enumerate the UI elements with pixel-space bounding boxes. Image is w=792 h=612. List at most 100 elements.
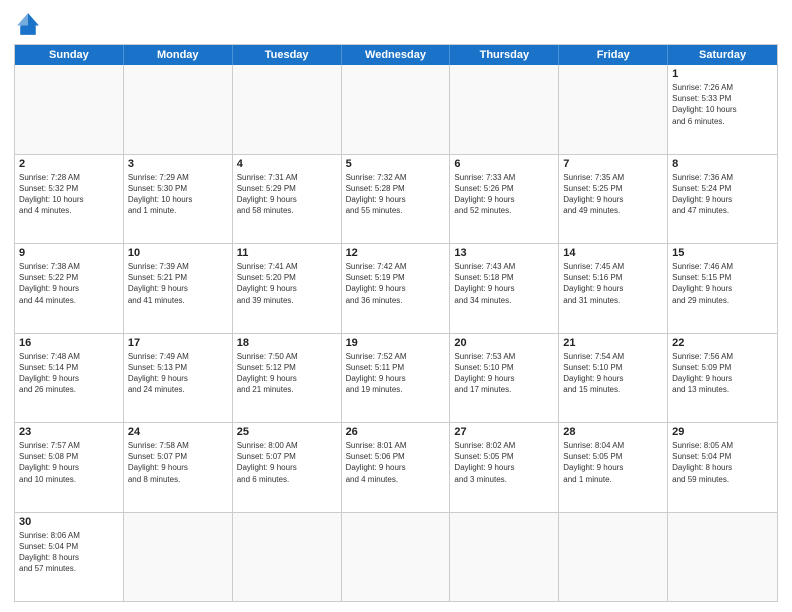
calendar: SundayMondayTuesdayWednesdayThursdayFrid… bbox=[14, 44, 778, 602]
day-number: 26 bbox=[346, 426, 446, 438]
day-info: Sunrise: 8:00 AM Sunset: 5:07 PM Dayligh… bbox=[237, 440, 337, 485]
day-number: 4 bbox=[237, 158, 337, 170]
day-info: Sunrise: 7:28 AM Sunset: 5:32 PM Dayligh… bbox=[19, 172, 119, 217]
day-info: Sunrise: 7:32 AM Sunset: 5:28 PM Dayligh… bbox=[346, 172, 446, 217]
calendar-day-28: 28Sunrise: 8:04 AM Sunset: 5:05 PM Dayli… bbox=[559, 423, 668, 512]
calendar-day-8: 8 Sunrise: 7:36 AM Sunset: 5:24 PM Daylig… bbox=[668, 155, 777, 244]
day-info: Sunrise: 8:02 AM Sunset: 5:05 PM Dayligh… bbox=[454, 440, 554, 485]
calendar-day-3: 3 Sunrise: 7:29 AM Sunset: 5:30 PM Daylig… bbox=[124, 155, 233, 244]
calendar-day-23: 23Sunrise: 7:57 AM Sunset: 5:08 PM Dayli… bbox=[15, 423, 124, 512]
day-info: Sunrise: 8:01 AM Sunset: 5:06 PM Dayligh… bbox=[346, 440, 446, 485]
calendar-day-20: 20 Sunrise: 7:53 AM Sunset: 5:10 PM Dayli… bbox=[450, 334, 559, 423]
calendar-day-5: 5 Sunrise: 7:32 AM Sunset: 5:28 PM Daylig… bbox=[342, 155, 451, 244]
calendar-row: 2 Sunrise: 7:28 AM Sunset: 5:32 PM Daylig… bbox=[15, 154, 777, 244]
day-info: Sunrise: 8:06 AM Sunset: 5:04 PM Dayligh… bbox=[19, 530, 119, 575]
calendar-day-16: 16Sunrise: 7:48 AM Sunset: 5:14 PM Dayli… bbox=[15, 334, 124, 423]
day-info: Sunrise: 7:45 AM Sunset: 5:16 PM Dayligh… bbox=[563, 261, 663, 306]
day-header-wednesday: Wednesday bbox=[342, 45, 451, 65]
day-info: Sunrise: 7:31 AM Sunset: 5:29 PM Dayligh… bbox=[237, 172, 337, 217]
calendar-day-19: 19 Sunrise: 7:52 AM Sunset: 5:11 PM Dayli… bbox=[342, 334, 451, 423]
day-number: 5 bbox=[346, 158, 446, 170]
calendar-day-empty bbox=[342, 513, 451, 602]
calendar-day-empty bbox=[559, 65, 668, 154]
calendar-day-27: 27 Sunrise: 8:02 AM Sunset: 5:05 PM Dayli… bbox=[450, 423, 559, 512]
calendar-body: 1Sunrise: 7:26 AM Sunset: 5:33 PM Daylig… bbox=[15, 65, 777, 601]
calendar-day-18: 18 Sunrise: 7:50 AM Sunset: 5:12 PM Dayli… bbox=[233, 334, 342, 423]
calendar-day-4: 4 Sunrise: 7:31 AM Sunset: 5:29 PM Daylig… bbox=[233, 155, 342, 244]
calendar-day-10: 10Sunrise: 7:39 AM Sunset: 5:21 PM Dayli… bbox=[124, 244, 233, 333]
calendar-day-empty bbox=[124, 513, 233, 602]
calendar-day-25: 25Sunrise: 8:00 AM Sunset: 5:07 PM Dayli… bbox=[233, 423, 342, 512]
day-info: Sunrise: 7:54 AM Sunset: 5:10 PM Dayligh… bbox=[563, 351, 663, 396]
calendar-day-empty bbox=[559, 513, 668, 602]
calendar-day-17: 17Sunrise: 7:49 AM Sunset: 5:13 PM Dayli… bbox=[124, 334, 233, 423]
day-number: 29 bbox=[672, 426, 773, 438]
day-info: Sunrise: 7:52 AM Sunset: 5:11 PM Dayligh… bbox=[346, 351, 446, 396]
calendar-day-6: 6 Sunrise: 7:33 AM Sunset: 5:26 PM Daylig… bbox=[450, 155, 559, 244]
day-number: 13 bbox=[454, 247, 554, 259]
day-number: 8 bbox=[672, 158, 773, 170]
day-info: Sunrise: 8:04 AM Sunset: 5:05 PM Dayligh… bbox=[563, 440, 663, 485]
day-info: Sunrise: 7:46 AM Sunset: 5:15 PM Dayligh… bbox=[672, 261, 773, 306]
calendar-day-22: 22 Sunrise: 7:56 AM Sunset: 5:09 PM Dayli… bbox=[668, 334, 777, 423]
calendar-day-11: 11 Sunrise: 7:41 AM Sunset: 5:20 PM Dayli… bbox=[233, 244, 342, 333]
day-info: Sunrise: 7:29 AM Sunset: 5:30 PM Dayligh… bbox=[128, 172, 228, 217]
day-number: 27 bbox=[454, 426, 554, 438]
day-number: 9 bbox=[19, 247, 119, 259]
day-header-saturday: Saturday bbox=[668, 45, 777, 65]
day-info: Sunrise: 7:43 AM Sunset: 5:18 PM Dayligh… bbox=[454, 261, 554, 306]
calendar-day-empty bbox=[342, 65, 451, 154]
calendar-day-empty bbox=[668, 513, 777, 602]
day-info: Sunrise: 7:58 AM Sunset: 5:07 PM Dayligh… bbox=[128, 440, 228, 485]
day-info: Sunrise: 7:33 AM Sunset: 5:26 PM Dayligh… bbox=[454, 172, 554, 217]
day-number: 24 bbox=[128, 426, 228, 438]
calendar-row: 1Sunrise: 7:26 AM Sunset: 5:33 PM Daylig… bbox=[15, 65, 777, 154]
day-info: Sunrise: 7:36 AM Sunset: 5:24 PM Dayligh… bbox=[672, 172, 773, 217]
calendar-day-26: 26 Sunrise: 8:01 AM Sunset: 5:06 PM Dayli… bbox=[342, 423, 451, 512]
day-info: Sunrise: 7:56 AM Sunset: 5:09 PM Dayligh… bbox=[672, 351, 773, 396]
day-info: Sunrise: 7:57 AM Sunset: 5:08 PM Dayligh… bbox=[19, 440, 119, 485]
day-number: 21 bbox=[563, 337, 663, 349]
day-info: Sunrise: 7:53 AM Sunset: 5:10 PM Dayligh… bbox=[454, 351, 554, 396]
calendar-day-empty bbox=[450, 65, 559, 154]
logo bbox=[14, 10, 46, 38]
day-number: 18 bbox=[237, 337, 337, 349]
day-info: Sunrise: 7:49 AM Sunset: 5:13 PM Dayligh… bbox=[128, 351, 228, 396]
day-header-tuesday: Tuesday bbox=[233, 45, 342, 65]
calendar-day-7: 7 Sunrise: 7:35 AM Sunset: 5:25 PM Daylig… bbox=[559, 155, 668, 244]
day-number: 22 bbox=[672, 337, 773, 349]
calendar-day-29: 29 Sunrise: 8:05 AM Sunset: 5:04 PM Dayli… bbox=[668, 423, 777, 512]
day-info: Sunrise: 7:48 AM Sunset: 5:14 PM Dayligh… bbox=[19, 351, 119, 396]
day-number: 1 bbox=[672, 68, 773, 80]
day-header-monday: Monday bbox=[124, 45, 233, 65]
calendar-day-empty bbox=[450, 513, 559, 602]
calendar-day-13: 13 Sunrise: 7:43 AM Sunset: 5:18 PM Dayli… bbox=[450, 244, 559, 333]
day-number: 6 bbox=[454, 158, 554, 170]
calendar-row: 23Sunrise: 7:57 AM Sunset: 5:08 PM Dayli… bbox=[15, 422, 777, 512]
calendar-header: SundayMondayTuesdayWednesdayThursdayFrid… bbox=[15, 45, 777, 65]
calendar-day-30: 30 Sunrise: 8:06 AM Sunset: 5:04 PM Dayli… bbox=[15, 513, 124, 602]
calendar-day-14: 14Sunrise: 7:45 AM Sunset: 5:16 PM Dayli… bbox=[559, 244, 668, 333]
day-header-thursday: Thursday bbox=[450, 45, 559, 65]
day-number: 3 bbox=[128, 158, 228, 170]
calendar-day-21: 21 Sunrise: 7:54 AM Sunset: 5:10 PM Dayli… bbox=[559, 334, 668, 423]
day-number: 19 bbox=[346, 337, 446, 349]
calendar-day-12: 12Sunrise: 7:42 AM Sunset: 5:19 PM Dayli… bbox=[342, 244, 451, 333]
day-number: 20 bbox=[454, 337, 554, 349]
day-info: Sunrise: 7:50 AM Sunset: 5:12 PM Dayligh… bbox=[237, 351, 337, 396]
day-number: 7 bbox=[563, 158, 663, 170]
day-number: 11 bbox=[237, 247, 337, 259]
day-header-friday: Friday bbox=[559, 45, 668, 65]
day-number: 2 bbox=[19, 158, 119, 170]
day-info: Sunrise: 7:35 AM Sunset: 5:25 PM Dayligh… bbox=[563, 172, 663, 217]
logo-icon bbox=[14, 10, 42, 38]
calendar-row: 30 Sunrise: 8:06 AM Sunset: 5:04 PM Dayli… bbox=[15, 512, 777, 602]
calendar-day-empty bbox=[233, 65, 342, 154]
page: SundayMondayTuesdayWednesdayThursdayFrid… bbox=[0, 0, 792, 612]
day-info: Sunrise: 7:39 AM Sunset: 5:21 PM Dayligh… bbox=[128, 261, 228, 306]
day-info: Sunrise: 7:41 AM Sunset: 5:20 PM Dayligh… bbox=[237, 261, 337, 306]
header bbox=[14, 10, 778, 38]
day-info: Sunrise: 8:05 AM Sunset: 5:04 PM Dayligh… bbox=[672, 440, 773, 485]
day-number: 30 bbox=[19, 516, 119, 528]
day-info: Sunrise: 7:38 AM Sunset: 5:22 PM Dayligh… bbox=[19, 261, 119, 306]
